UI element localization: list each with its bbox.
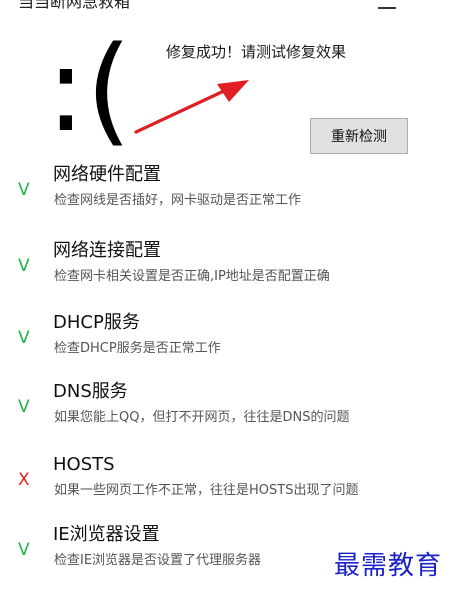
red-arrow-icon — [134, 80, 249, 134]
sad-face-emoticon: :( — [46, 20, 132, 158]
status-fail-mark: X — [18, 470, 30, 490]
check-item-desc: 检查网线是否插好，网卡驱动是否正常工作 — [54, 193, 302, 208]
window-title: 当当断网急救箱 — [18, 0, 131, 11]
status-ok-mark: V — [18, 328, 30, 348]
check-item-desc: 如果您能上QQ，但打不开网页，往往是DNS的问题 — [54, 410, 350, 425]
check-item-network-connection: V 网络连接配置 检查网卡相关设置是否正确,IP地址是否配置正确 — [0, 238, 458, 298]
title-bar: 当当断网急救箱 — [0, 0, 458, 14]
check-item-title: HOSTS — [53, 454, 115, 475]
check-item-title: IE浏览器设置 — [53, 524, 160, 545]
check-item-title: 网络硬件配置 — [53, 164, 161, 185]
watermark-text: 最需教育 — [334, 551, 443, 581]
check-item-title: 网络连接配置 — [53, 240, 161, 261]
minimize-icon[interactable] — [378, 7, 396, 9]
check-item-desc: 检查网卡相关设置是否正确,IP地址是否配置正确 — [54, 269, 330, 284]
status-ok-mark: V — [18, 397, 30, 417]
status-ok-mark: V — [18, 180, 30, 200]
check-item-dhcp: V DHCP服务 检查DHCP服务是否正常工作 — [0, 310, 458, 370]
status-ok-mark: V — [18, 256, 30, 276]
check-item-desc: 如果一些网页工作不正常，往往是HOSTS出现了问题 — [54, 483, 359, 498]
check-item-desc: 检查IE浏览器是否设置了代理服务器 — [54, 553, 262, 568]
repair-status-message: 修复成功！请测试修复效果 — [166, 43, 347, 61]
check-item-dns: V DNS服务 如果您能上QQ，但打不开网页，往往是DNS的问题 — [0, 379, 458, 439]
status-ok-mark: V — [18, 540, 30, 560]
check-item-title: DHCP服务 — [53, 312, 140, 333]
check-item-title: DNS服务 — [53, 381, 128, 402]
check-item-desc: 检查DHCP服务是否正常工作 — [54, 341, 221, 356]
check-item-hosts: X HOSTS 如果一些网页工作不正常，往往是HOSTS出现了问题 — [0, 452, 458, 512]
recheck-button[interactable]: 重新检测 — [310, 118, 408, 154]
check-item-network-hardware: V 网络硬件配置 检查网线是否插好，网卡驱动是否正常工作 — [0, 162, 458, 222]
